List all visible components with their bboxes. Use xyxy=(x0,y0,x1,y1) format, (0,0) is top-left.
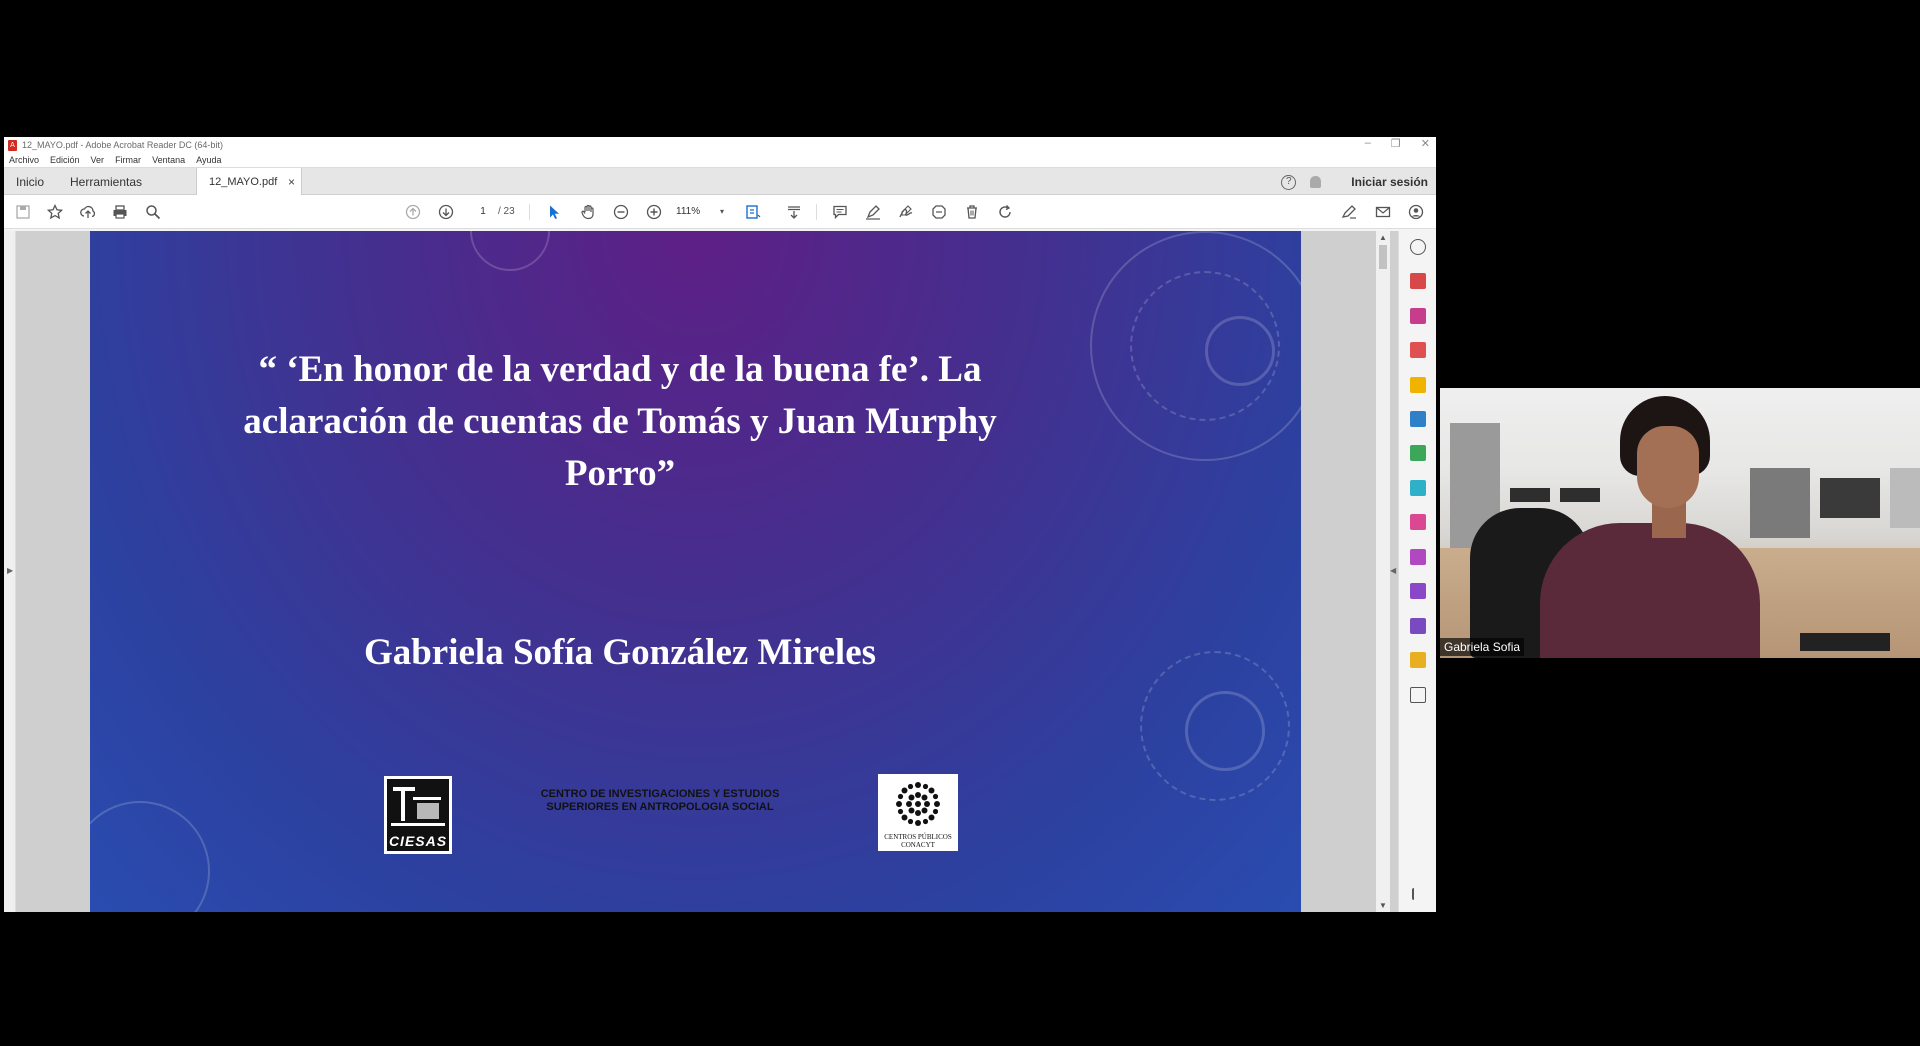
scroll-mode-icon[interactable] xyxy=(785,203,803,221)
close-tab-icon[interactable]: × xyxy=(288,168,295,196)
combine-files-icon[interactable] xyxy=(1410,445,1426,461)
email-icon[interactable] xyxy=(1374,203,1392,221)
scroll-down-icon[interactable]: ▼ xyxy=(1379,901,1387,910)
page-number-input[interactable]: 1 xyxy=(471,203,495,221)
decorative-ring xyxy=(470,231,550,271)
export-pdf-icon[interactable] xyxy=(1410,342,1426,358)
tab-inicio[interactable]: Inicio xyxy=(16,168,44,196)
help-icon[interactable]: ? xyxy=(1281,174,1297,190)
more-tools-icon[interactable] xyxy=(1410,687,1426,703)
scan-ocr-icon[interactable] xyxy=(1410,480,1426,496)
conacyt-logo: CENTROS PÚBLICOS CONACYT xyxy=(878,774,958,851)
ciesas-logo-text: CIESAS xyxy=(388,833,448,849)
prepare-form-icon[interactable] xyxy=(1410,583,1426,599)
acrobat-window: A 12_MAYO.pdf - Adobe Acrobat Reader DC … xyxy=(4,137,1436,912)
edit-pdf-icon[interactable] xyxy=(1410,411,1426,427)
acrobat-app-icon: A xyxy=(8,139,17,151)
chevron-right-icon: ▶ xyxy=(7,566,14,575)
highlight-icon[interactable] xyxy=(864,203,882,221)
toolbar-divider xyxy=(529,204,530,220)
decorative-ring xyxy=(1185,691,1265,771)
slide-title: “ ‘En honor de la verdad y de la buena f… xyxy=(243,349,997,494)
document-area[interactable]: ▶ “ ‘En honor de la verdad y de la buena… xyxy=(4,231,1398,912)
right-tools-pane xyxy=(1398,231,1436,912)
zoom-out-icon[interactable] xyxy=(612,203,630,221)
fit-page-icon[interactable] xyxy=(744,203,762,221)
document-tab-label: 12_MAYO.pdf xyxy=(209,176,278,188)
star-icon[interactable] xyxy=(46,203,64,221)
minimize-button[interactable]: – xyxy=(1365,137,1371,150)
menu-ayuda[interactable]: Ayuda xyxy=(196,155,221,165)
slide-author: Gabriela Sofía González Mireles xyxy=(363,632,877,673)
menu-archivo[interactable]: Archivo xyxy=(9,155,39,165)
notifications-icon[interactable] xyxy=(1310,176,1322,188)
stamp-icon[interactable] xyxy=(930,203,948,221)
title-bar: A 12_MAYO.pdf - Adobe Acrobat Reader DC … xyxy=(4,137,1436,153)
organize-pages-icon[interactable] xyxy=(1410,308,1426,324)
conacyt-dots-emblem xyxy=(896,782,940,826)
window-title: 12_MAYO.pdf - Adobe Acrobat Reader DC (6… xyxy=(22,140,223,150)
chevron-down-icon: ▾ xyxy=(719,207,724,216)
create-pdf-icon[interactable] xyxy=(1410,273,1426,289)
upload-icon[interactable] xyxy=(79,203,97,221)
tab-herramientas[interactable]: Herramientas xyxy=(70,168,142,196)
webcam-video-tile: Gabriela Sofia xyxy=(1440,388,1920,658)
collapse-right-pane-icon[interactable]: ◀ xyxy=(1390,566,1396,575)
vertical-scrollbar[interactable]: ▲ ▼ xyxy=(1376,231,1390,912)
page-up-icon[interactable] xyxy=(404,203,422,221)
hand-icon[interactable] xyxy=(579,203,597,221)
participant-face xyxy=(1637,426,1699,508)
close-button[interactable]: ✕ xyxy=(1421,137,1430,150)
delete-icon[interactable] xyxy=(963,203,981,221)
comment-icon[interactable] xyxy=(831,203,849,221)
zoom-in-icon[interactable] xyxy=(645,203,663,221)
page-down-icon[interactable] xyxy=(437,203,455,221)
comment-tool-icon[interactable] xyxy=(1410,377,1426,393)
tab-bar: Inicio Herramientas 12_MAYO.pdf × ? Inic… xyxy=(4,167,1436,196)
decorative-ring xyxy=(1205,316,1275,386)
left-pane-toggle[interactable]: ▶ xyxy=(4,231,16,912)
tabbar-right: ? Iniciar sesión xyxy=(1281,168,1428,196)
participant-name-label: Gabriela Sofia xyxy=(1440,638,1525,656)
menu-firmar[interactable]: Firmar xyxy=(115,155,141,165)
menu-ventana[interactable]: Ventana xyxy=(152,155,185,165)
menu-bar: Archivo Edición Ver Firmar Ventana Ayuda xyxy=(4,153,1436,167)
decorative-ring xyxy=(90,801,210,912)
sign-in-button[interactable]: Iniciar sesión xyxy=(1351,175,1428,189)
request-signature-icon[interactable] xyxy=(1410,618,1426,634)
pdf-page-slide: “ ‘En honor de la verdad y de la buena f… xyxy=(90,231,1301,912)
tab-document[interactable]: 12_MAYO.pdf × xyxy=(196,168,302,196)
page-total: / 23 xyxy=(498,206,515,217)
protect-icon[interactable] xyxy=(1410,549,1426,565)
select-cursor-icon[interactable] xyxy=(545,203,563,221)
main-toolbar: 1 / 23 111% ▾ xyxy=(4,195,1436,229)
window-controls: – ❐ ✕ xyxy=(1365,137,1430,150)
participant-body xyxy=(1540,523,1760,658)
zoom-value: 111% xyxy=(676,206,701,217)
sign-icon[interactable] xyxy=(897,203,915,221)
rotate-icon[interactable] xyxy=(996,203,1014,221)
restore-button[interactable]: ❐ xyxy=(1391,137,1401,150)
search-icon[interactable] xyxy=(144,203,162,221)
zoom-tool-icon[interactable] xyxy=(1410,239,1426,255)
save-icon[interactable] xyxy=(14,203,32,221)
ciesas-logo: CIESAS xyxy=(384,776,452,854)
scrollbar-thumb[interactable] xyxy=(1379,245,1387,269)
menu-ver[interactable]: Ver xyxy=(91,155,105,165)
conacyt-logo-text: CENTROS PÚBLICOS CONACYT xyxy=(884,833,952,849)
fill-sign-icon[interactable] xyxy=(1340,203,1358,221)
account-icon[interactable] xyxy=(1407,203,1425,221)
expand-pane-icon[interactable] xyxy=(1412,888,1424,900)
zoom-dropdown[interactable]: 111% ▾ xyxy=(676,203,724,221)
institution-name: CENTRO DE INVESTIGACIONES Y ESTUDIOS SUP… xyxy=(540,788,780,813)
send-for-comment-icon[interactable] xyxy=(1410,652,1426,668)
toolbar-divider xyxy=(816,204,817,220)
menu-edicion[interactable]: Edición xyxy=(50,155,80,165)
fill-sign-tool-icon[interactable] xyxy=(1410,514,1426,530)
print-icon[interactable] xyxy=(111,203,129,221)
scroll-up-icon[interactable]: ▲ xyxy=(1379,233,1387,242)
